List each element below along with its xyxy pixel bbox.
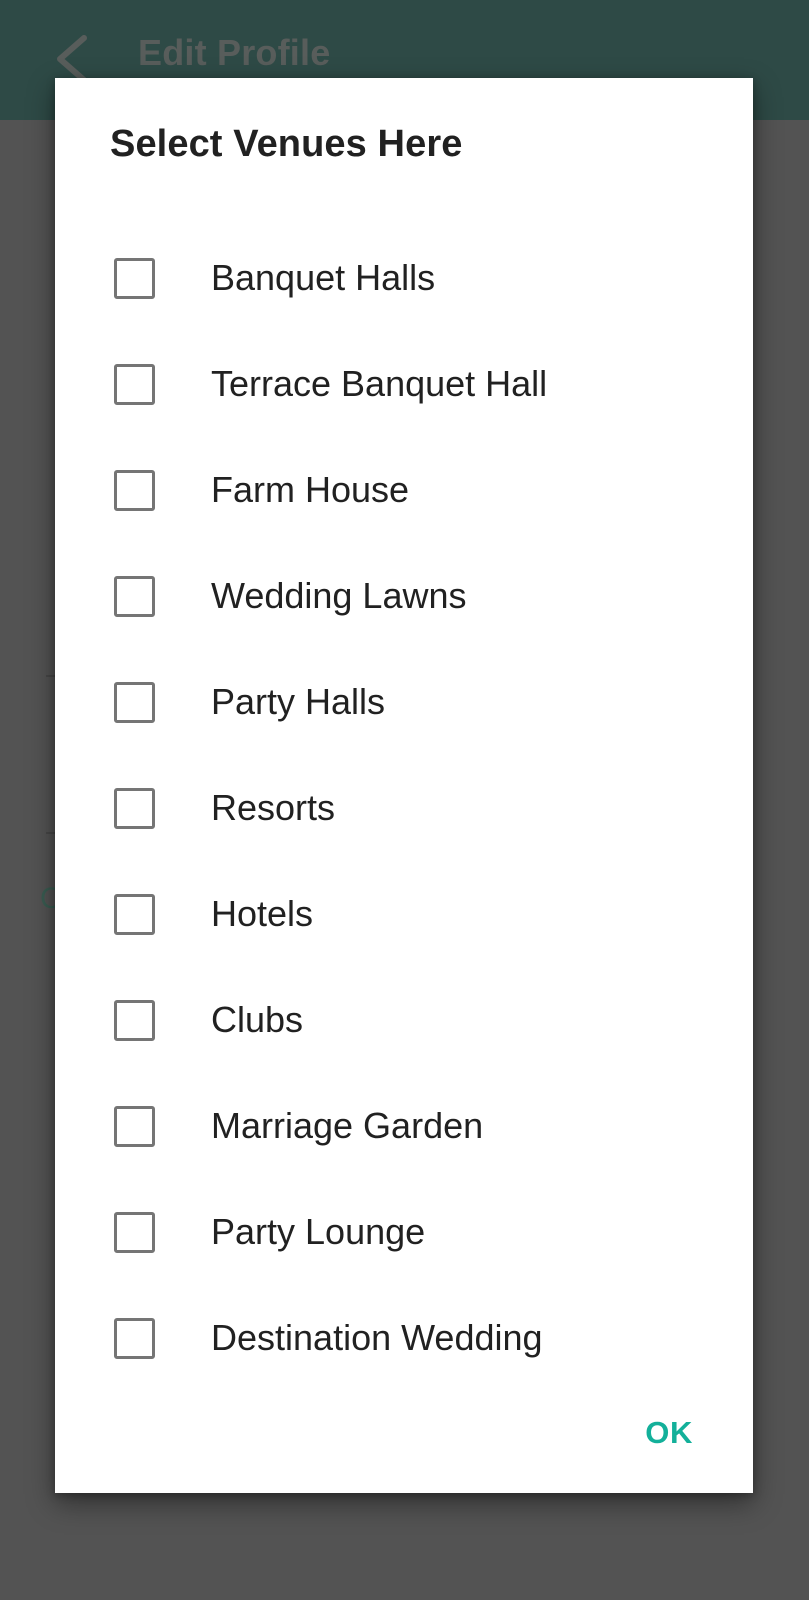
venue-option-label: Hotels (211, 893, 314, 934)
venue-option-label: Wedding Lawns (211, 575, 467, 616)
checkbox-unchecked-icon[interactable] (114, 575, 155, 617)
venue-option-row[interactable]: Farm House (55, 437, 753, 543)
select-venues-dialog: Select Venues Here Banquet Halls Terrace … (55, 78, 753, 1493)
venue-option-row[interactable]: Banquet Halls (55, 225, 753, 331)
venue-option-row[interactable]: Party Lounge (55, 1179, 753, 1285)
venue-option-label: Marriage Garden (211, 1105, 484, 1146)
checkbox-unchecked-icon[interactable] (114, 1317, 155, 1359)
checkbox-unchecked-icon[interactable] (114, 257, 155, 299)
venue-option-row[interactable]: Marriage Garden (55, 1073, 753, 1179)
checkbox-unchecked-icon[interactable] (114, 999, 155, 1041)
checkbox-unchecked-icon[interactable] (114, 363, 155, 405)
venue-option-row[interactable]: Party Halls (55, 649, 753, 755)
dialog-title: Select Venues Here (110, 123, 463, 165)
ok-button[interactable]: OK (639, 1405, 699, 1461)
venue-option-label: Farm House (211, 469, 410, 510)
venue-option-label: Resorts (211, 787, 336, 828)
dialog-actions: OK (55, 1373, 753, 1493)
venue-option-row[interactable]: Resorts (55, 755, 753, 861)
venue-option-label: Banquet Halls (211, 257, 436, 298)
checkbox-unchecked-icon[interactable] (114, 893, 155, 935)
checkbox-unchecked-icon[interactable] (114, 469, 155, 511)
checkbox-unchecked-icon[interactable] (114, 681, 155, 723)
venue-option-row[interactable]: Terrace Banquet Hall (55, 331, 753, 437)
venue-option-label: Clubs (211, 999, 304, 1040)
venue-option-label: Party Halls (211, 681, 386, 722)
venue-option-label: Terrace Banquet Hall (211, 363, 548, 404)
venue-options-list: Banquet Halls Terrace Banquet Hall Farm Ho… (55, 225, 753, 1391)
venue-option-row[interactable]: Wedding Lawns (55, 543, 753, 649)
checkbox-unchecked-icon[interactable] (114, 1105, 155, 1147)
checkbox-unchecked-icon[interactable] (114, 787, 155, 829)
venue-option-row[interactable]: Clubs (55, 967, 753, 1073)
checkbox-unchecked-icon[interactable] (114, 1211, 155, 1253)
venue-option-row[interactable]: Hotels (55, 861, 753, 967)
venue-option-label: Party Lounge (211, 1211, 426, 1252)
venue-option-label: Destination Wedding (211, 1317, 543, 1358)
